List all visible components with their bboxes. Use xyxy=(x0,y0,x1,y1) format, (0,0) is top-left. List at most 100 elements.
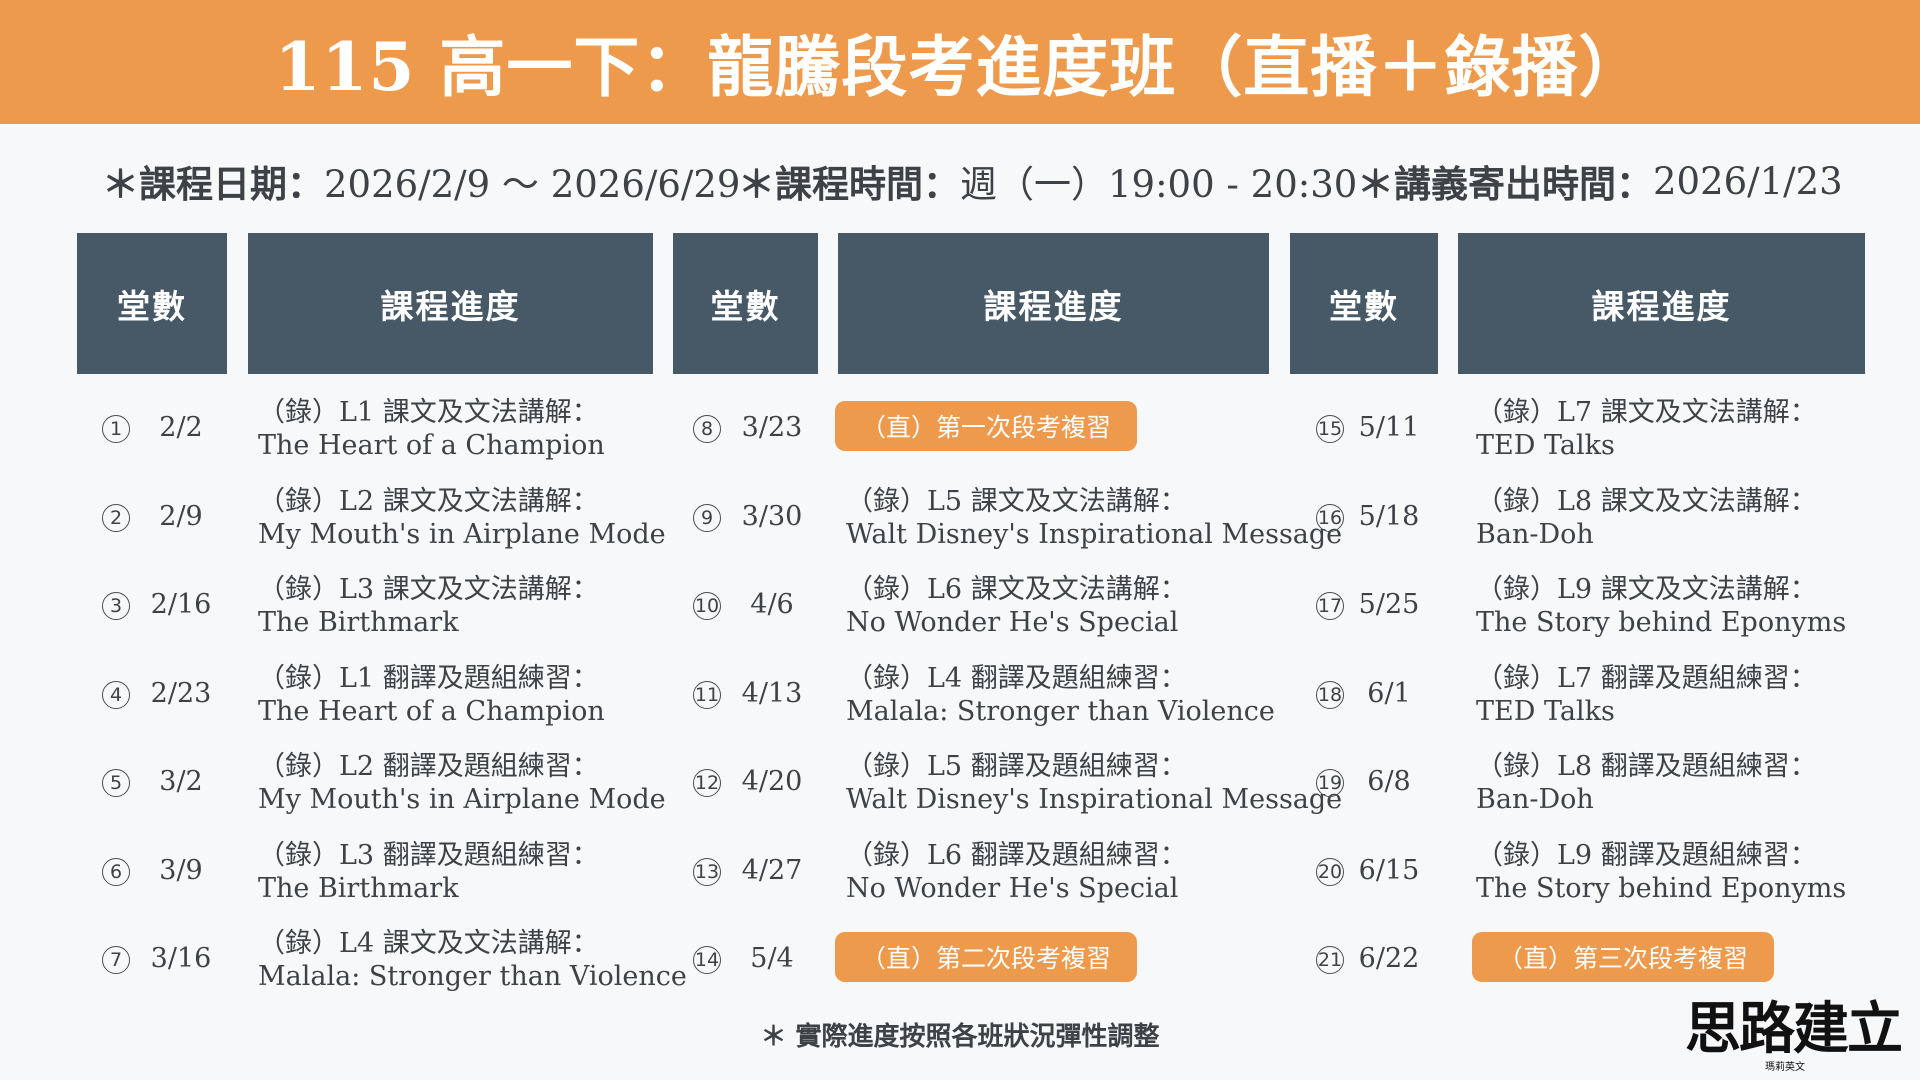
lesson-title: No Wonder He's Special xyxy=(846,607,1179,638)
course-time-info: ＊課程時間： 週（一）19:00 - 20:30 xyxy=(738,156,1357,206)
lesson-title: Ban-Doh xyxy=(1476,518,1594,550)
lesson-description: （錄）L1 翻譯及題組練習： The Heart of a Champion xyxy=(258,662,605,728)
lesson-title: No Wonder He's Special xyxy=(846,872,1179,904)
lesson-title: The Heart of a Champion xyxy=(258,695,605,727)
lesson-title: TED Talks xyxy=(1476,695,1615,727)
lesson-title: Walt Disney's Inspirational Message xyxy=(846,518,1343,550)
lesson-date: 6/8 xyxy=(1367,766,1411,797)
lesson-number: 5 xyxy=(102,769,130,797)
lesson-title: The Heart of a Champion xyxy=(258,430,605,461)
lesson-date: 2/16 xyxy=(150,589,212,620)
lesson-topic: （錄）L7 翻譯及題組練習： xyxy=(1476,662,1817,694)
lesson-number: 12 xyxy=(693,769,721,797)
course-time-label: ＊課程時間： xyxy=(738,162,960,206)
lesson-description: （錄）L2 翻譯及題組練習： My Mouth's in Airplane Mod… xyxy=(258,750,666,816)
brand-logo: 思路建立 瑪莉英文 xyxy=(1685,1000,1910,1080)
lesson-number: 21 xyxy=(1316,946,1344,974)
logo-mark: 思路建立 xyxy=(1685,997,1903,1062)
lesson-date: 4/20 xyxy=(741,766,803,797)
lesson-date: 5/4 xyxy=(750,943,794,974)
lesson-title: The Birthmark xyxy=(258,872,459,904)
lesson-description: （錄）L7 課文及文法講解： TED Talks xyxy=(1476,396,1817,462)
lesson-description: （錄）L2 課文及文法講解： My Mouth's in Airplane Mod… xyxy=(258,485,666,551)
lesson-topic: （錄）L9 課文及文法講解： xyxy=(1476,574,1817,605)
lesson-date: 5/18 xyxy=(1358,500,1420,532)
lesson-topic: （錄）L6 翻譯及題組練習： xyxy=(846,839,1187,871)
lesson-number: 3 xyxy=(102,592,130,620)
lesson-date: 6/1 xyxy=(1367,677,1411,709)
lesson-date: 6/15 xyxy=(1358,854,1420,886)
lesson-date: 3/23 xyxy=(741,412,803,443)
lesson-date: 3/9 xyxy=(159,854,203,886)
lesson-title: The Story behind Eponyms xyxy=(1476,607,1847,638)
lesson-date: 5/11 xyxy=(1358,412,1420,443)
lesson-number: 10 xyxy=(693,592,721,620)
lesson-date: 2/23 xyxy=(150,677,212,709)
lesson-topic: （錄）L8 翻譯及題組練習： xyxy=(1476,751,1817,782)
header-progress-2: 課程進度 xyxy=(838,233,1269,374)
lesson-topic: （錄）L9 翻譯及題組練習： xyxy=(1476,839,1817,871)
lesson-topic: （錄）L5 翻譯及題組練習： xyxy=(846,751,1187,782)
lesson-topic: （錄）L1 翻譯及題組練習： xyxy=(258,662,599,694)
lesson-topic: （錄）L4 翻譯及題組練習： xyxy=(846,662,1187,694)
lesson-title: My Mouth's in Airplane Mode xyxy=(258,518,666,550)
lesson-description: （錄）L5 課文及文法講解： Walt Disney's Inspirationa… xyxy=(846,485,1342,551)
lesson-number: 14 xyxy=(693,946,721,974)
lesson-date: 6/22 xyxy=(1358,943,1420,974)
lesson-description: （錄）L6 課文及文法講解： No Wonder He's Special xyxy=(846,573,1187,639)
lesson-number: 20 xyxy=(1316,857,1344,886)
page-title: 115 高一下：龍騰段考進度班（直播＋錄播） xyxy=(274,28,1646,106)
lesson-title: TED Talks xyxy=(1476,430,1615,461)
exam-review-badge: （直）第三次段考複習 xyxy=(1472,932,1774,982)
lesson-number: 11 xyxy=(693,680,721,709)
lesson-title: Walt Disney's Inspirational Message xyxy=(846,784,1343,815)
lesson-description: （錄）L9 課文及文法講解： The Story behind Eponyms xyxy=(1476,573,1846,639)
lesson-title: Malala: Stronger than Violence xyxy=(846,695,1275,727)
lesson-description: （錄）L6 翻譯及題組練習： No Wonder He's Special xyxy=(846,839,1187,905)
lesson-number: 1 xyxy=(102,415,130,443)
header-count-2: 堂數 xyxy=(673,233,818,374)
lesson-number: 15 xyxy=(1316,415,1344,443)
course-date-label: ＊課程日期： xyxy=(102,162,324,206)
course-date-info: ＊課程日期： 2026/2/9 ～ 2026/6/29 xyxy=(102,156,740,206)
handout-ship-info: ＊講義寄出時間： 2026/1/23 xyxy=(1357,156,1843,207)
header-count-3: 堂數 xyxy=(1290,233,1438,374)
exam-review-badge: （直）第一次段考複習 xyxy=(835,401,1137,451)
lesson-number: 8 xyxy=(693,415,721,443)
lesson-date: 3/2 xyxy=(159,766,203,797)
lesson-number: 19 xyxy=(1316,769,1344,797)
lesson-topic: （錄）L5 課文及文法講解： xyxy=(846,485,1187,517)
course-time-value: 週（一）19:00 - 20:30 xyxy=(960,163,1358,206)
lesson-description: （錄）L1 課文及文法講解： The Heart of a Champion xyxy=(258,396,605,462)
lesson-number: 4 xyxy=(102,680,130,709)
lesson-date: 5/25 xyxy=(1358,589,1420,620)
lesson-number: 9 xyxy=(693,503,721,532)
lesson-date: 2/9 xyxy=(159,500,203,532)
lesson-topic: （錄）L6 課文及文法講解： xyxy=(846,574,1187,605)
lesson-number: 17 xyxy=(1316,592,1344,620)
title-banner: 115 高一下：龍騰段考進度班（直播＋錄播） xyxy=(0,0,1920,124)
lesson-title: The Story behind Eponyms xyxy=(1476,872,1847,904)
course-date-value: 2026/2/9 ～ 2026/6/29 xyxy=(324,163,741,206)
lesson-description: （錄）L8 翻譯及題組練習： Ban-Doh xyxy=(1476,750,1817,816)
lesson-topic: （錄）L1 課文及文法講解： xyxy=(258,397,599,428)
lesson-description: （錄）L7 翻譯及題組練習： TED Talks xyxy=(1476,662,1817,728)
lesson-title: My Mouth's in Airplane Mode xyxy=(258,784,666,815)
lesson-number: 2 xyxy=(102,503,130,532)
lesson-number: 16 xyxy=(1316,503,1344,532)
lesson-topic: （錄）L3 翻譯及題組練習： xyxy=(258,839,599,871)
lesson-title: Ban-Doh xyxy=(1476,784,1594,815)
lesson-topic: （錄）L8 課文及文法講解： xyxy=(1476,485,1817,517)
lesson-description: （錄）L4 翻譯及題組練習： Malala: Stronger than Viol… xyxy=(846,662,1275,728)
lesson-description: （錄）L5 翻譯及題組練習： Walt Disney's Inspirationa… xyxy=(846,750,1342,816)
handout-ship-value: 2026/1/23 xyxy=(1653,159,1843,203)
lesson-number: 6 xyxy=(102,857,130,886)
lesson-topic: （錄）L3 課文及文法講解： xyxy=(258,574,599,605)
lesson-topic: （錄）L2 課文及文法講解： xyxy=(258,485,599,517)
lesson-number: 7 xyxy=(102,946,130,974)
lesson-description: （錄）L8 課文及文法講解： Ban-Doh xyxy=(1476,485,1817,551)
header-progress-1: 課程進度 xyxy=(248,233,653,374)
header-progress-3: 課程進度 xyxy=(1458,233,1865,374)
lesson-date: 4/13 xyxy=(741,677,803,709)
lesson-number: 18 xyxy=(1316,680,1344,709)
